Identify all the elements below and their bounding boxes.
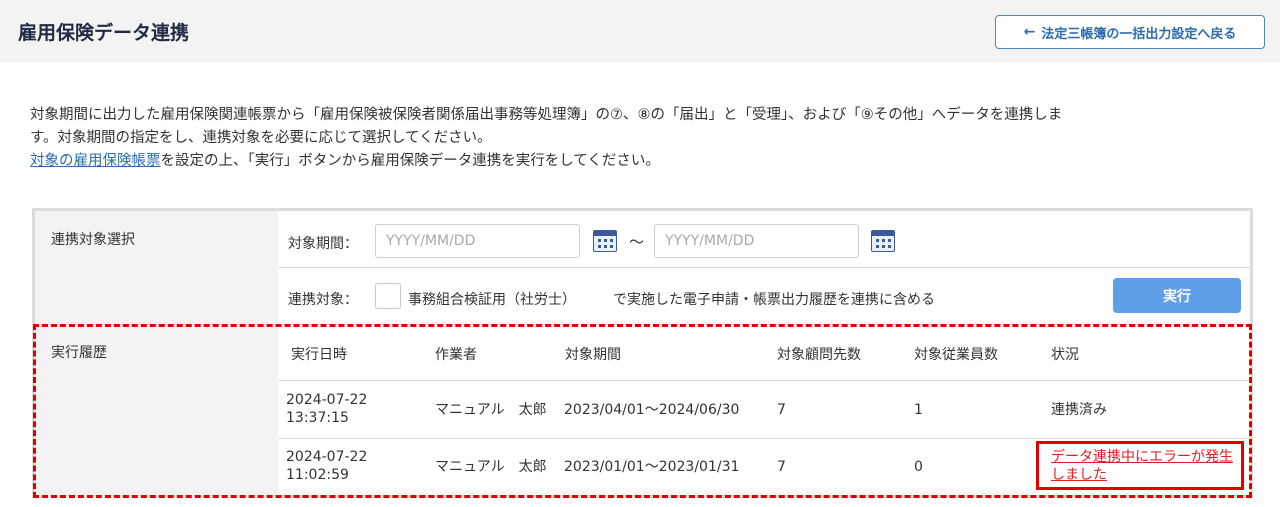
row-clients: 7 [777, 402, 786, 418]
description-line-2: す。対象期間の指定をし、連携対象を必要に応じて選択してください。 [30, 130, 492, 146]
back-to-settings-button[interactable]: ← 法定三帳簿の一括出力設定へ戻る [995, 15, 1265, 49]
column-header: 対象顧問先数 [777, 347, 861, 363]
checkbox-label: 事務組合検証用（社労士） [408, 292, 576, 308]
period-label: 対象期間： [288, 236, 358, 252]
selection-section-label: 連携対象選択 [35, 211, 278, 324]
row-period: 2023/01/01～2023/01/31 [564, 459, 740, 475]
divider [35, 324, 1253, 325]
calendar-icon[interactable] [593, 230, 617, 252]
checkbox-suffix: で実施した電子申請・帳票出力履歴を連携に含める [613, 292, 935, 308]
row-operator: マニュアル 太郎 [435, 402, 547, 418]
row-operator: マニュアル 太郎 [435, 459, 547, 475]
page-title: 雇用保険データ連携 [18, 22, 190, 44]
row-date: 2024-07-22 [286, 392, 368, 408]
error-status-link[interactable]: データ連携中にエラーが発生しました [1051, 448, 1241, 484]
target-forms-link[interactable]: 対象の雇用保険帳票 [30, 153, 161, 169]
period-from-input[interactable]: YYYY/MM/DD [375, 224, 580, 258]
page-header: 雇用保険データ連携 ← 法定三帳簿の一括出力設定へ戻る [0, 0, 1280, 62]
column-header: 作業者 [435, 347, 477, 363]
description-line-1: 対象期間に出力した雇用保険関連帳票から「雇用保険被保険者関係届出事務等処理簿」の… [30, 107, 1063, 123]
row-date: 2024-07-22 [286, 449, 368, 465]
row-status: 連携済み [1051, 402, 1107, 418]
row-employees: 0 [914, 459, 923, 475]
description-line-3-rest: を設定の上、「実行」ボタンから雇用保険データ連携を実行をしてください。 [160, 153, 660, 169]
settings-panel: 連携対象選択 実行履歴 対象期間： YYYY/MM/DD ～ YYYY/MM/D… [32, 208, 1253, 498]
row-time: 13:37:15 [286, 410, 349, 426]
history-section-label: 実行履歴 [35, 324, 278, 498]
row-period: 2023/04/01～2024/06/30 [564, 402, 740, 418]
tilde-separator: ～ [629, 233, 645, 251]
back-button-label: 法定三帳簿の一括出力設定へ戻る [1041, 26, 1237, 42]
target-label: 連携対象： [288, 292, 358, 308]
column-header: 対象期間 [565, 347, 621, 363]
row-employees: 1 [914, 402, 923, 418]
column-header: 対象従業員数 [914, 347, 998, 363]
calendar-icon[interactable] [871, 230, 895, 252]
row-clients: 7 [777, 459, 786, 475]
description: 対象期間に出力した雇用保険関連帳票から「雇用保険被保険者関係届出事務等処理簿」の… [30, 104, 1255, 173]
row-time: 11:02:59 [286, 467, 349, 483]
run-button[interactable]: 実行 [1113, 278, 1241, 313]
divider [278, 438, 1253, 439]
column-header: 状況 [1051, 347, 1079, 363]
description-line-3: 対象の雇用保険帳票を設定の上、「実行」ボタンから雇用保険データ連携を実行をしてく… [30, 150, 1255, 173]
period-to-input[interactable]: YYYY/MM/DD [654, 224, 859, 258]
divider [278, 267, 1253, 268]
column-header: 実行日時 [291, 347, 347, 363]
divider [278, 380, 1253, 381]
arrow-left-icon: ← [1023, 24, 1036, 40]
union-checkbox[interactable] [375, 283, 401, 309]
